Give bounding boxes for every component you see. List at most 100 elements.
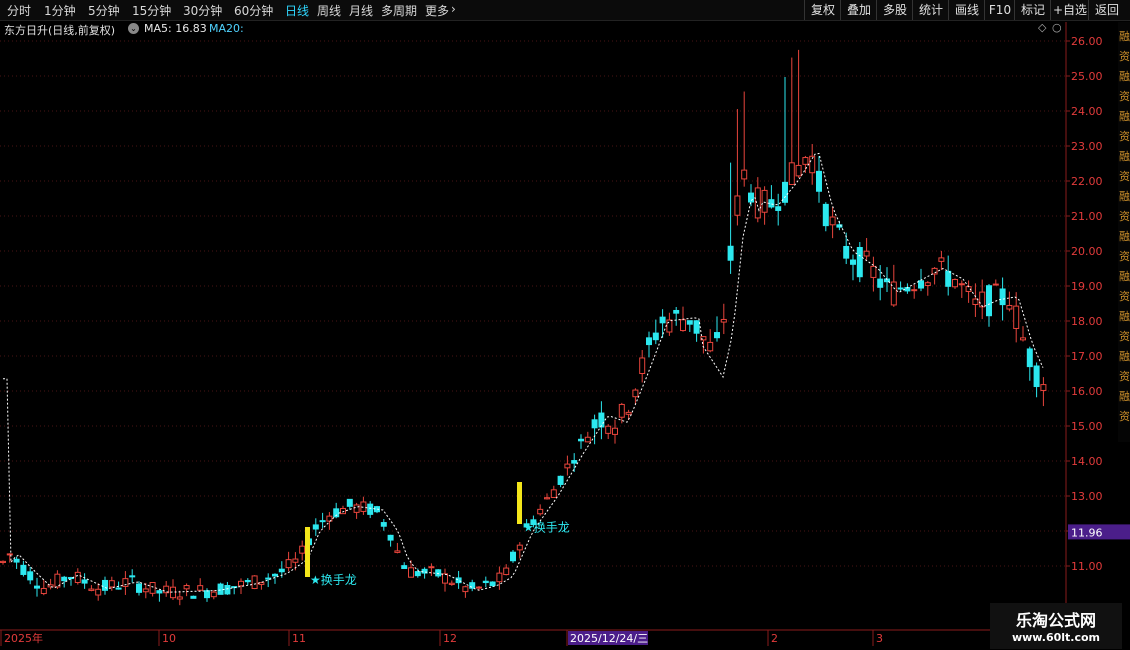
candle-body[interactable] [414,571,421,577]
side-panel-glyph[interactable]: 融 [1119,390,1130,403]
candle-body[interactable] [34,585,40,589]
candle-body[interactable] [442,573,448,584]
button-统计[interactable]: 统计 [912,0,949,20]
candle-body[interactable] [204,590,210,599]
period-tab-更多[interactable]: 更多 [425,2,449,19]
candle-body[interactable] [142,588,149,593]
candle-body[interactable] [74,571,81,583]
candle-body[interactable] [537,508,544,515]
candle-body[interactable] [394,550,401,553]
period-tab-30分钟[interactable]: 30分钟 [183,2,222,19]
candle-body[interactable] [428,566,435,569]
candle-body[interactable] [639,357,646,375]
candle-body[interactable] [496,572,503,583]
candle-body[interactable] [482,580,489,584]
side-panel-glyph[interactable]: 融 [1119,310,1130,323]
candle-body[interactable] [564,463,571,469]
candle-body[interactable] [945,270,952,287]
period-tab-1分钟[interactable]: 1分钟 [44,2,76,19]
candle-body[interactable] [367,503,374,515]
candle-body[interactable] [312,524,319,530]
candle-body[interactable] [122,578,129,587]
candle-body[interactable] [870,265,877,278]
candle-body[interactable] [843,245,850,259]
candle-body[interactable] [897,287,904,290]
candle-body[interactable] [81,579,88,584]
candle-body[interactable] [156,590,163,594]
candle-body[interactable] [136,583,142,593]
period-tab-分时[interactable]: 分时 [7,2,31,19]
candle-body[interactable] [795,164,802,177]
candle-body[interactable] [714,332,720,339]
candle-body[interactable] [285,559,292,569]
side-panel-glyph[interactable]: 资 [1119,90,1130,103]
candle-body[interactable] [931,267,938,275]
side-panel-glyph[interactable]: 资 [1119,170,1130,183]
candle-body[interactable] [401,565,408,569]
period-tab-多周期[interactable]: 多周期 [381,2,417,19]
side-panel-glyph[interactable]: 融 [1119,350,1130,363]
candle-body[interactable] [550,489,557,498]
candle-body[interactable] [659,316,666,324]
candle-body[interactable] [829,216,836,226]
period-tab-5分钟[interactable]: 5分钟 [88,2,120,19]
button-多股[interactable]: 多股 [876,0,913,20]
candle-body[interactable] [816,170,822,192]
candle-body[interactable] [95,588,102,596]
candle-body[interactable] [952,279,958,288]
candle-body[interactable] [748,192,754,203]
candle-body[interactable] [61,576,68,582]
candle-body[interactable] [129,575,136,578]
candle-body[interactable] [666,319,673,333]
button-复权[interactable]: 复权 [804,0,841,20]
candle-body[interactable] [911,289,918,292]
side-panel-glyph[interactable]: 资 [1119,250,1130,263]
candle-body[interactable] [1013,305,1020,329]
candle-body[interactable] [972,298,979,305]
candle-body[interactable] [380,522,387,527]
candle-body[interactable] [578,438,584,442]
candle-body[interactable] [516,544,523,551]
candle-body[interactable] [863,250,870,257]
candle-body[interactable] [598,412,605,428]
candle-body[interactable] [353,504,360,513]
candle-body[interactable] [958,283,965,286]
candle-body[interactable] [476,586,482,589]
side-panel-glyph[interactable]: 融 [1119,230,1130,243]
candle-body[interactable] [652,332,659,341]
candle-body[interactable] [238,580,244,587]
candlestick-chart[interactable]: 11.0012.0013.0014.0015.0016.0017.0018.00… [0,20,1130,650]
candle-body[interactable] [918,280,924,289]
candle-body[interactable] [115,587,122,590]
candle-body[interactable] [190,595,197,599]
side-panel-glyph[interactable]: 资 [1119,330,1130,343]
side-panel-glyph[interactable]: 资 [1119,130,1130,143]
candle-body[interactable] [680,319,686,332]
candle-body[interactable] [278,568,285,573]
candle-body[interactable] [510,551,516,562]
candle-body[interactable] [686,320,693,325]
side-panel-glyph[interactable]: 融 [1119,30,1130,43]
candle-body[interactable] [183,585,190,590]
candle-body[interactable] [557,475,564,485]
candle-body[interactable] [788,162,795,185]
candle-body[interactable] [469,582,476,589]
button-标记[interactable]: 标记 [1014,0,1051,20]
candle-body[interactable] [340,508,346,515]
side-panel-glyph[interactable]: 资 [1119,370,1130,383]
candle-body[interactable] [149,582,156,594]
candle-body[interactable] [1040,384,1047,391]
candle-body[interactable] [544,497,550,500]
button-叠加[interactable]: 叠加 [840,0,877,20]
candle-body[interactable] [244,579,251,583]
candle-body[interactable] [584,436,591,443]
button-f10[interactable]: F10 [984,0,1015,20]
candle-body[interactable] [448,582,455,585]
candle-body[interactable] [272,573,278,577]
candle-body[interactable] [6,553,13,556]
candle-body[interactable] [435,569,442,577]
chevron-right-icon[interactable]: › [451,2,456,16]
candle-body[interactable] [782,181,788,203]
candle-body[interactable] [1026,348,1033,368]
candle-body[interactable] [20,564,27,575]
